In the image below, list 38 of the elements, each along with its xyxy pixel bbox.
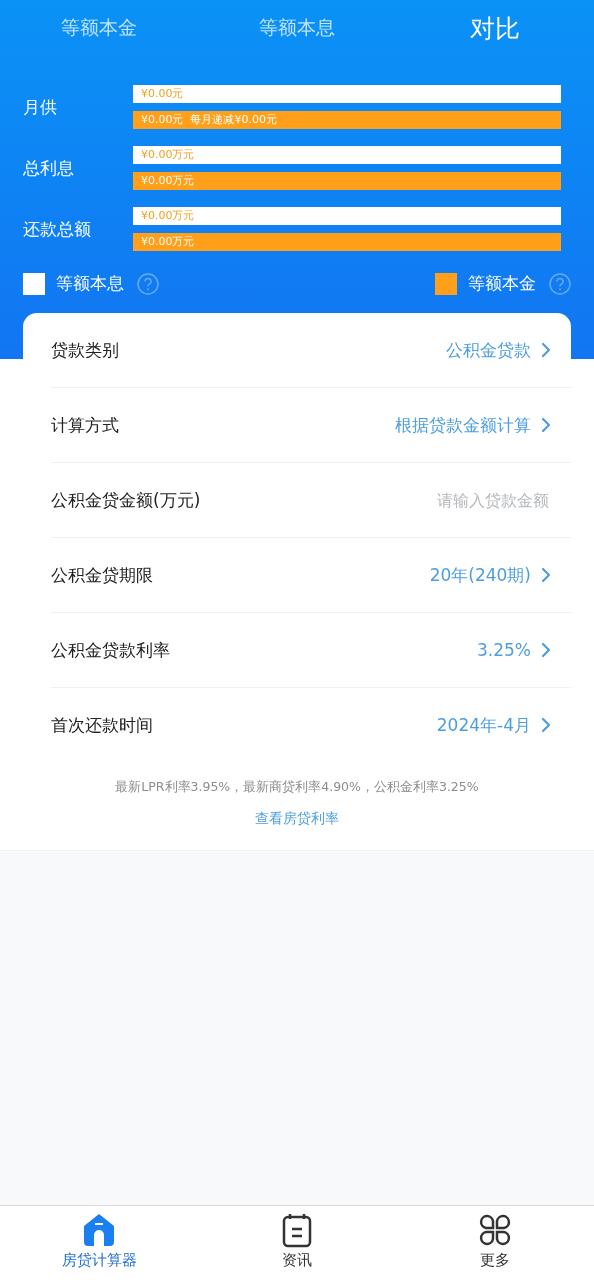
nav-tab[interactable]: 更多 <box>480 1251 510 1270</box>
field-label: 首次还款时间 <box>51 713 154 737</box>
rate-note: 最新LPR利率3.95%，最新商贷利率4.90%，公积金利率3.25% <box>114 779 480 796</box>
chevron-icon <box>541 642 551 658</box>
nav-tab[interactable]: 资讯 <box>282 1251 312 1270</box>
row-label: 总利息 <box>23 156 75 180</box>
row-label: 月供 <box>23 95 58 119</box>
field-label: 贷款类别 <box>51 338 120 362</box>
tab[interactable]: 等额本息 <box>198 0 396 56</box>
row-label: 还款总额 <box>23 217 92 241</box>
result-bar: ¥0.00元 每月递减¥0.00元 <box>133 111 561 129</box>
amount-input[interactable]: 请输入贷款金额 <box>319 490 549 510</box>
result-bar: ¥0.00万元 <box>133 233 561 251</box>
field-value[interactable]: 2024年-4月 <box>436 713 531 737</box>
nav-tab[interactable]: 房贷计算器 <box>61 1251 137 1270</box>
legend-label: 等额本金 <box>468 272 536 295</box>
field-label: 计算方式 <box>51 413 120 437</box>
field-label: 公积金贷款利率 <box>51 638 171 662</box>
grid-icon[interactable] <box>477 1212 513 1248</box>
chevron-icon <box>541 417 551 433</box>
chevron-icon <box>541 342 551 358</box>
rate-link[interactable]: 查看房贷利率 <box>255 810 339 828</box>
result-bar: ¥0.00万元 <box>133 207 561 225</box>
field-value[interactable]: 公积金贷款 <box>446 338 531 362</box>
chevron-icon <box>541 717 551 733</box>
field-label: 公积金贷期限 <box>51 563 154 587</box>
result-bar: ¥0.00元 <box>133 85 561 103</box>
tab[interactable]: 对比 <box>396 0 594 56</box>
house-icon[interactable] <box>81 1212 117 1248</box>
field-value[interactable]: 3.25% <box>477 640 531 660</box>
result-bar: ¥0.00万元 <box>133 146 561 164</box>
chevron-icon <box>541 567 551 583</box>
tab[interactable]: 等额本金 <box>0 0 198 56</box>
field-label: 公积金贷金额(万元) <box>51 488 202 512</box>
legend-label: 等额本息 <box>56 272 124 295</box>
result-bar: ¥0.00万元 <box>133 172 561 190</box>
field-value[interactable]: 20年(240期) <box>429 563 531 587</box>
field-value[interactable]: 根据贷款金额计算 <box>395 413 531 437</box>
